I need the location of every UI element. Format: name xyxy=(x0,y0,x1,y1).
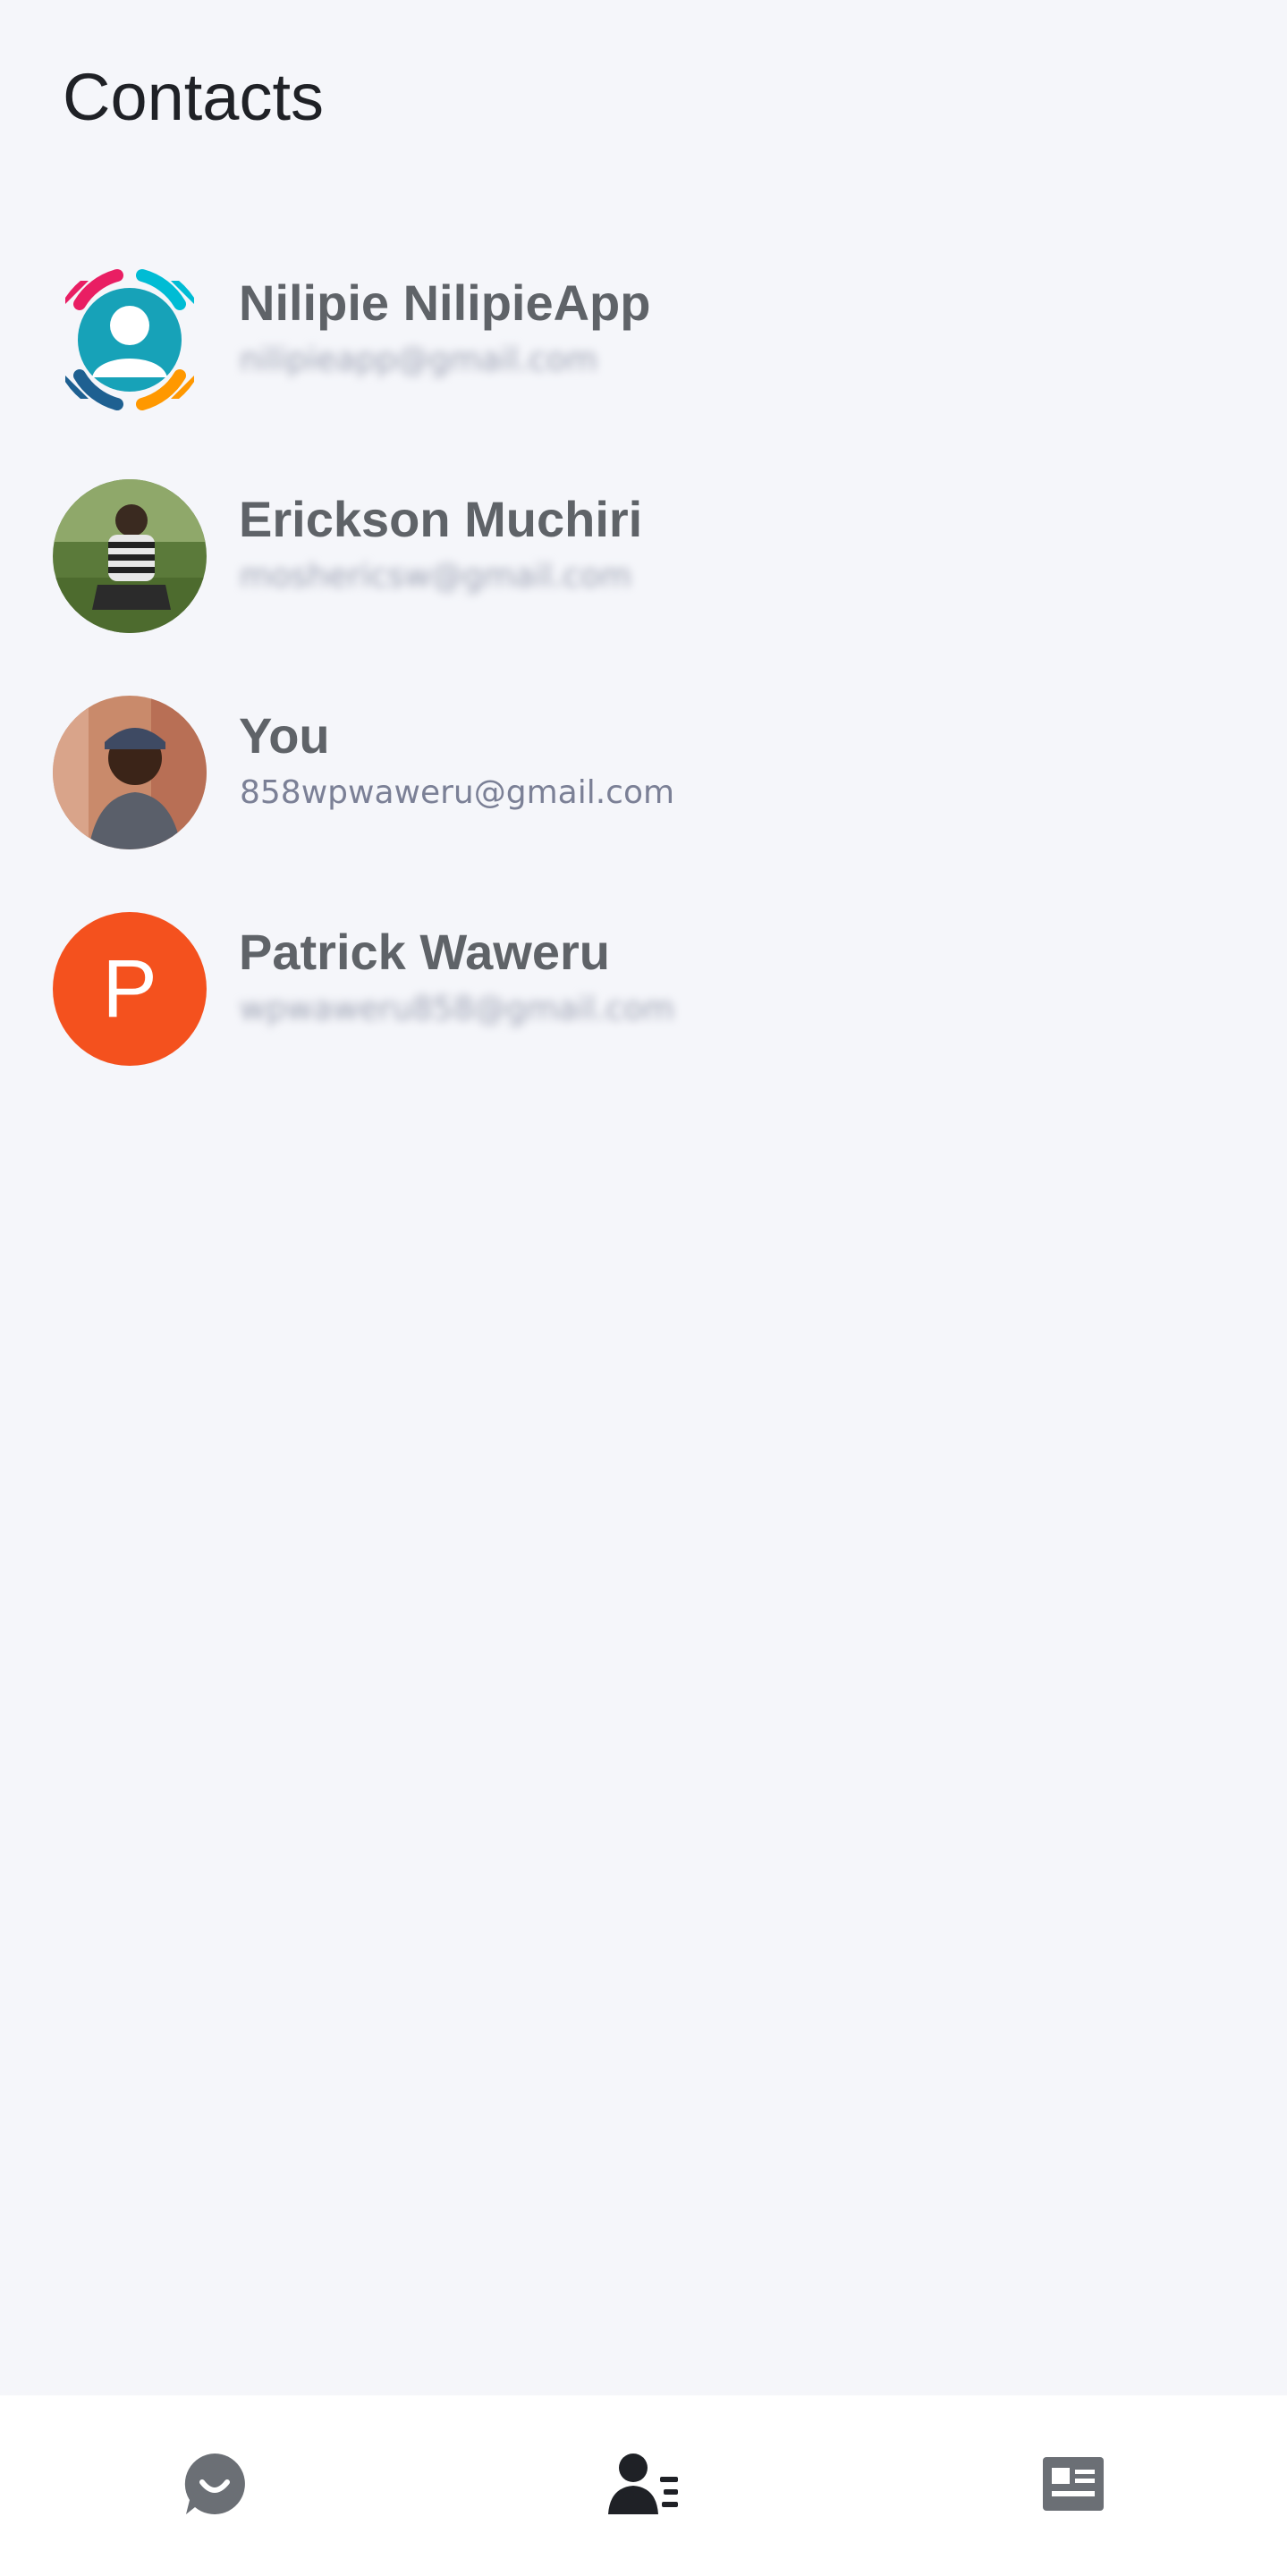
newspaper-icon xyxy=(1042,2456,1104,2515)
contact-email: 858wpwaweru@gmail.com xyxy=(240,774,675,811)
contact-name: You xyxy=(239,707,330,764)
contact-list: Nilipie NilipieApp nilipieapp@gmail.com … xyxy=(0,241,1287,1107)
nav-contacts[interactable] xyxy=(429,2395,858,2576)
bottom-navigation xyxy=(0,2395,1287,2576)
contact-avatar-photo xyxy=(53,696,207,849)
nav-news[interactable] xyxy=(859,2395,1287,2576)
contact-email: nilipieapp@gmail.com xyxy=(240,342,597,378)
contact-item[interactable]: P Patrick Waweru wpwaweru858@gmail.com xyxy=(0,891,1287,1107)
contact-email: moshericsw@gmail.com xyxy=(240,558,631,595)
contact-name: Patrick Waweru xyxy=(239,924,610,980)
nilipie-logo-icon xyxy=(53,263,207,417)
page-title: Contacts xyxy=(63,60,325,134)
contact-name: Nilipie NilipieApp xyxy=(239,274,651,331)
contacts-screen: Contacts Nilipie NilipieApp nilipieapp@g… xyxy=(0,0,1287,2576)
contact-name: Erickson Muchiri xyxy=(239,491,643,547)
chat-bubble-icon xyxy=(181,2450,249,2522)
contact-item[interactable]: Nilipie NilipieApp nilipieapp@gmail.com xyxy=(0,241,1287,458)
contact-item[interactable]: You 858wpwaweru@gmail.com xyxy=(0,674,1287,891)
nav-chats[interactable] xyxy=(0,2395,428,2576)
contact-avatar-photo xyxy=(53,479,207,633)
contact-avatar-letter: P xyxy=(53,912,207,1066)
contacts-icon xyxy=(607,2450,680,2522)
contact-item[interactable]: Erickson Muchiri moshericsw@gmail.com xyxy=(0,458,1287,674)
contact-email: wpwaweru858@gmail.com xyxy=(240,991,675,1027)
